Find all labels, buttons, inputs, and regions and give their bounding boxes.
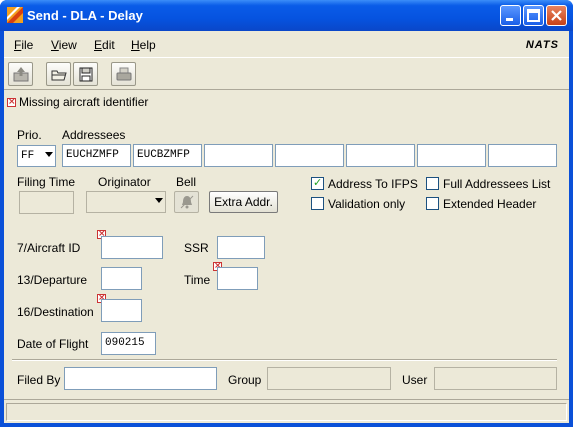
addressee-field[interactable] xyxy=(346,144,415,167)
save-icon xyxy=(79,67,93,82)
addressee-field[interactable] xyxy=(417,144,486,167)
status-panel xyxy=(6,403,567,421)
originator-select xyxy=(86,191,166,213)
menu-file-mnemonic: F xyxy=(14,38,22,52)
address-to-ifps-label: Address To IFPS xyxy=(328,177,418,191)
filed-by-label: Filed By xyxy=(17,373,61,387)
departure-label: 13/Departure xyxy=(17,273,88,287)
close-button[interactable] xyxy=(546,5,567,26)
group-field xyxy=(267,367,391,390)
client-area: File View Edit Help NATS × Missing aircr… xyxy=(4,31,569,423)
extended-header-checkbox[interactable] xyxy=(426,197,439,210)
send-icon xyxy=(13,67,29,82)
minimize-icon xyxy=(506,18,513,21)
nats-logo: NATS xyxy=(525,39,559,51)
window-title: Send - DLA - Delay xyxy=(27,8,143,23)
minimize-button[interactable] xyxy=(500,5,521,26)
divider xyxy=(12,359,557,361)
error-message: Missing aircraft identifier xyxy=(19,95,149,109)
addressee-field[interactable]: EUCBZMFP xyxy=(133,144,202,167)
check-icon: ✓ xyxy=(313,176,323,189)
ssr-field[interactable] xyxy=(217,236,265,259)
aircraft-id-field[interactable] xyxy=(101,236,163,259)
bell-icon xyxy=(180,195,193,209)
extra-addr-button[interactable]: Extra Addr. xyxy=(209,191,278,213)
toolbar xyxy=(4,57,569,90)
addressee-field[interactable] xyxy=(488,144,557,167)
print-icon xyxy=(116,67,132,81)
date-of-flight-field[interactable]: 090215 xyxy=(101,332,156,355)
extended-header-label: Extended Header xyxy=(443,197,537,211)
menu-help[interactable]: Help xyxy=(131,38,156,52)
originator-label: Originator xyxy=(98,175,151,189)
chevron-down-icon xyxy=(45,152,53,157)
status-bar xyxy=(4,399,569,423)
menu-help-mnemonic: H xyxy=(131,38,140,52)
group-label: Group xyxy=(228,373,262,387)
bell-button xyxy=(174,191,199,213)
address-to-ifps-checkbox[interactable]: ✓ xyxy=(311,176,324,190)
addressee-field[interactable]: EUCHZMFP xyxy=(62,144,131,167)
maximize-button[interactable] xyxy=(523,5,544,26)
menu-view[interactable]: View xyxy=(51,38,77,52)
addressee-field[interactable] xyxy=(275,144,344,167)
addressee-field[interactable] xyxy=(204,144,273,167)
chevron-down-icon xyxy=(155,198,163,203)
save-button[interactable] xyxy=(73,62,98,86)
app-icon xyxy=(7,7,23,23)
maximize-icon xyxy=(527,9,540,22)
prio-label: Prio. xyxy=(17,128,42,142)
full-addressees-checkbox[interactable] xyxy=(426,177,439,190)
filed-by-field[interactable] xyxy=(64,367,217,390)
menu-file[interactable]: File xyxy=(14,38,33,52)
open-button[interactable] xyxy=(46,62,71,86)
destination-label: 16/Destination xyxy=(17,305,94,319)
validation-only-label: Validation only xyxy=(328,197,406,211)
filing-time-label: Filing Time xyxy=(17,175,76,189)
departure-field[interactable] xyxy=(101,267,142,290)
ssr-label: SSR xyxy=(184,241,209,255)
error-icon: × xyxy=(7,97,16,107)
aircraft-id-label: 7/Aircraft ID xyxy=(17,241,81,255)
menu-edit[interactable]: Edit xyxy=(94,38,115,52)
prio-select[interactable]: FF xyxy=(17,145,56,167)
title-bar[interactable]: Send - DLA - Delay xyxy=(0,0,573,31)
menu-bar: File View Edit Help NATS xyxy=(4,31,569,57)
open-icon xyxy=(51,70,67,81)
bell-label: Bell xyxy=(176,175,197,189)
print-button[interactable] xyxy=(111,62,136,86)
user-label: User xyxy=(402,373,428,387)
extra-addr-label: Extra Addr. xyxy=(214,195,273,209)
menu-edit-mnemonic: E xyxy=(94,38,103,52)
filing-time-field xyxy=(19,191,74,214)
close-icon xyxy=(551,10,562,21)
time-label: Time xyxy=(184,273,211,287)
user-field xyxy=(434,367,557,390)
full-addressees-label: Full Addressees List xyxy=(443,177,551,191)
prio-value: FF xyxy=(21,150,35,162)
date-of-flight-label: Date of Flight xyxy=(17,337,89,351)
menu-view-mnemonic: V xyxy=(51,38,59,52)
destination-field[interactable] xyxy=(101,299,142,322)
send-button[interactable] xyxy=(8,62,33,86)
addressees-label: Addressees xyxy=(62,128,126,142)
validation-only-checkbox[interactable] xyxy=(311,197,324,210)
window: Send - DLA - Delay File View Edit Help N… xyxy=(0,0,573,427)
time-field[interactable] xyxy=(217,267,258,290)
